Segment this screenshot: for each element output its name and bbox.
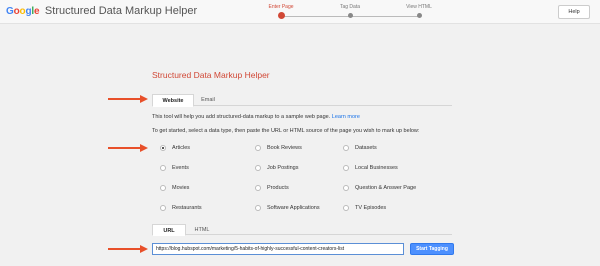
step-enter-page: Enter Page [251, 3, 311, 19]
data-type-grid: Articles Book Reviews Datasets Events Jo… [152, 144, 452, 214]
radio-icon[interactable] [255, 165, 261, 171]
annotation-arrow-icon [108, 95, 148, 103]
radio-icon[interactable] [343, 205, 349, 211]
start-tagging-button[interactable]: Start Tagging [410, 243, 454, 255]
top-bar: Google Structured Data Markup Helper Ent… [0, 0, 600, 24]
intro-text: This tool will help you add structured-d… [152, 114, 360, 120]
google-logo: Google [6, 6, 40, 17]
radio-icon[interactable] [160, 165, 166, 171]
tab-email[interactable]: Email [194, 94, 222, 106]
step-dot-icon [277, 12, 285, 19]
url-input[interactable] [152, 243, 404, 255]
tab-website[interactable]: Website [152, 94, 194, 107]
step-dot-icon [347, 13, 353, 18]
radio-icon[interactable] [255, 185, 261, 191]
progress-stepper: Enter Page Tag Data View HTML [268, 3, 432, 21]
radio-icon[interactable] [160, 145, 166, 151]
instruction-text: To get started, select a data type, then… [152, 128, 420, 134]
tab-html[interactable]: HTML [186, 224, 218, 235]
tab-url[interactable]: URL [152, 224, 186, 236]
radio-icon[interactable] [255, 205, 261, 211]
radio-icon[interactable] [255, 145, 261, 151]
step-dot-icon [416, 13, 422, 18]
radio-icon[interactable] [160, 185, 166, 191]
step-tag-data: Tag Data [320, 3, 380, 18]
brand: Google Structured Data Markup Helper [6, 5, 197, 17]
annotation-arrow-icon [108, 245, 148, 253]
tab-bar: Website Email [152, 94, 452, 107]
radio-icon[interactable] [343, 145, 349, 151]
help-button[interactable]: Help [558, 5, 590, 19]
radio-icon[interactable] [160, 205, 166, 211]
learn-more-link[interactable]: Learn more [332, 114, 360, 120]
page-title: Structured Data Markup Helper [152, 70, 270, 80]
source-tab-bar: URL HTML [152, 224, 452, 236]
radio-icon[interactable] [343, 185, 349, 191]
product-name: Structured Data Markup Helper [44, 5, 198, 17]
step-view-html: View HTML [389, 3, 449, 18]
annotation-arrow-icon [108, 144, 148, 152]
radio-icon[interactable] [343, 165, 349, 171]
